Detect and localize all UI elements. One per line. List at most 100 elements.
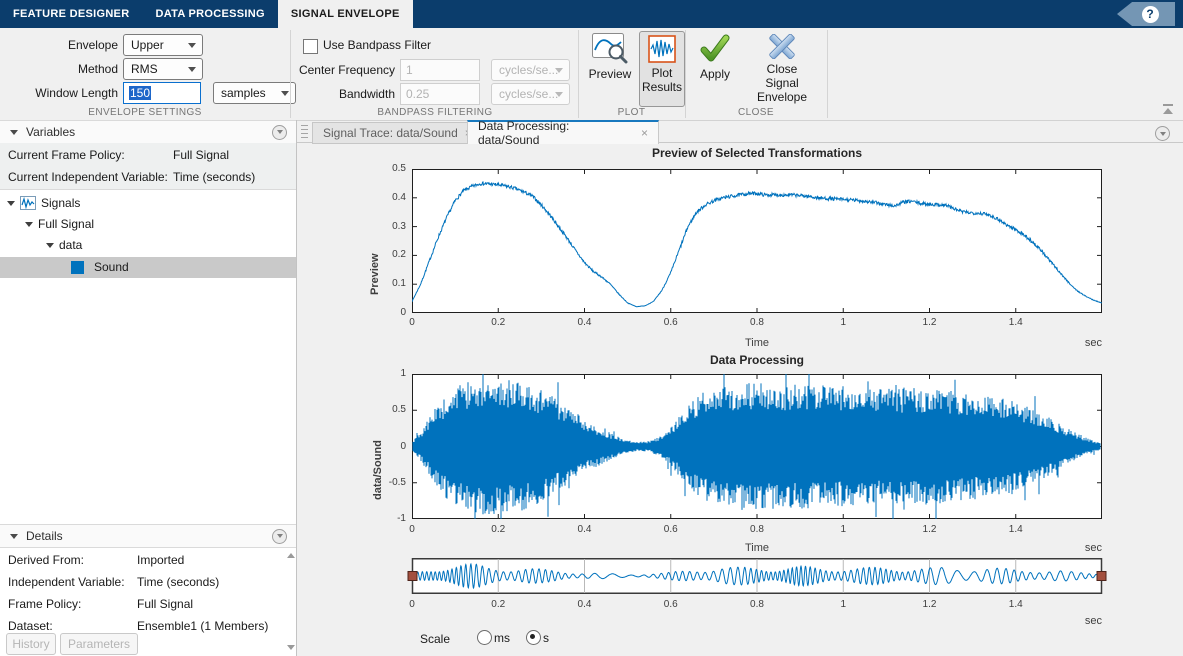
- center-frequency-unit-dropdown: cycles/se...: [491, 59, 570, 81]
- tree-expand-caret-icon[interactable]: [25, 222, 33, 227]
- preview-button[interactable]: Preview: [584, 32, 636, 104]
- toolbar-separator: [578, 30, 579, 118]
- ribbon-tab-data-processing[interactable]: DATA PROCESSING: [142, 0, 277, 28]
- window-length-unit-dropdown[interactable]: samples: [213, 82, 296, 104]
- derived-from-label: Derived From:: [8, 553, 85, 567]
- panner-left-handle[interactable]: [407, 571, 418, 581]
- panner-right-handle[interactable]: [1096, 571, 1107, 581]
- chevron-down-icon: [188, 43, 196, 48]
- toolbar-separator: [290, 30, 291, 118]
- details-panel-header[interactable]: Details: [0, 524, 296, 548]
- app-window: FEATURE DESIGNER DATA PROCESSING SIGNAL …: [0, 0, 1183, 656]
- tab-signal-trace[interactable]: Signal Trace: data/Sound ×: [312, 122, 488, 144]
- scroll-down-icon[interactable]: [286, 642, 296, 652]
- variables-panel-header[interactable]: Variables: [0, 120, 296, 144]
- derived-from-value: Imported: [137, 553, 185, 567]
- frame-policy-value: Full Signal: [173, 148, 230, 162]
- preview-xlabel: Time: [744, 337, 770, 349]
- toolbar: Envelope Upper Method RMS Window Length …: [0, 28, 1183, 121]
- plot-results-label-line2: Results: [641, 80, 682, 94]
- use-bandpass-filter-checkbox[interactable]: [303, 39, 318, 54]
- collapse-caret-icon[interactable]: [10, 129, 18, 135]
- scale-s-radio[interactable]: [526, 630, 541, 645]
- chevron-down-icon: [188, 67, 196, 72]
- tree-label-data: data: [59, 238, 83, 252]
- method-dropdown[interactable]: RMS: [123, 58, 203, 80]
- preview-chart[interactable]: [412, 169, 1102, 313]
- collapse-caret-icon[interactable]: [10, 533, 18, 539]
- tree-expand-caret-icon[interactable]: [46, 243, 54, 248]
- use-bandpass-filter-label: Use Bandpass Filter: [323, 38, 432, 52]
- window-length-label: Window Length: [35, 86, 118, 100]
- tree-label-full-signal: Full Signal: [38, 217, 95, 231]
- data-processing-chart-title: Data Processing: [709, 353, 805, 367]
- preview-ylabel: Preview: [369, 253, 381, 295]
- independent-variable-label: Current Independent Variable:: [8, 170, 168, 184]
- scroll-up-icon[interactable]: [286, 550, 296, 560]
- tree-expand-caret-icon[interactable]: [7, 201, 15, 206]
- scale-ms-radio[interactable]: [477, 630, 492, 645]
- collapse-ribbon-icon[interactable]: [1161, 104, 1175, 116]
- details-independent-variable-label: Independent Variable:: [8, 575, 125, 589]
- preview-button-label: Preview: [588, 67, 632, 81]
- plot-results-button[interactable]: Plot Results: [639, 31, 685, 107]
- panner[interactable]: [407, 558, 1107, 594]
- scale-s-label: s: [543, 631, 549, 645]
- signals-icon: [20, 196, 36, 210]
- data-processing-xlabel: Time: [744, 542, 770, 554]
- ribbon-tab-feature-designer[interactable]: FEATURE DESIGNER: [0, 0, 142, 28]
- toolbar-separator: [827, 30, 828, 118]
- tab-group-grip[interactable]: [301, 125, 308, 139]
- window-length-value: 150: [129, 86, 152, 100]
- frame-policy-label: Current Frame Policy:: [8, 148, 125, 162]
- tree-row-full-signal[interactable]: Full Signal: [0, 214, 296, 235]
- method-value: RMS: [131, 62, 158, 76]
- ribbon-tab-signal-envelope[interactable]: SIGNAL ENVELOPE: [277, 0, 413, 28]
- ribbon-tab-bar: FEATURE DESIGNER DATA PROCESSING SIGNAL …: [0, 0, 1183, 28]
- apply-button-label: Apply: [699, 67, 731, 81]
- tree-row-sound-selected[interactable]: Sound: [0, 257, 296, 278]
- envelope-label: Envelope: [67, 38, 118, 52]
- details-panel-title: Details: [26, 529, 63, 543]
- help-button[interactable]: ?: [1117, 2, 1175, 26]
- tree-row-signals[interactable]: Signals: [0, 193, 296, 214]
- method-label: Method: [77, 62, 118, 76]
- apply-check-icon: [700, 34, 730, 62]
- center-frequency-value: 1: [406, 63, 413, 77]
- tree-label-signals: Signals: [41, 196, 81, 210]
- tab-signal-trace-label: Signal Trace: data/Sound: [323, 126, 458, 140]
- scale-ms-label: ms: [494, 631, 510, 645]
- chevron-down-icon: [555, 92, 563, 97]
- bandwidth-input: 0.25: [400, 83, 480, 105]
- envelope-dropdown[interactable]: Upper: [123, 34, 203, 56]
- data-processing-ylabel: data/Sound: [372, 440, 384, 500]
- window-length-unit: samples: [221, 86, 266, 100]
- window-length-input[interactable]: 150: [123, 82, 201, 104]
- panel-menu-icon[interactable]: [272, 124, 287, 140]
- history-button[interactable]: History: [6, 633, 56, 655]
- chevron-down-icon: [555, 68, 563, 73]
- tab-data-processing[interactable]: Data Processing: data/Sound ×: [467, 119, 659, 147]
- close-x-icon: [769, 34, 795, 59]
- preview-icon: [592, 33, 628, 64]
- tree-row-data[interactable]: data: [0, 235, 296, 256]
- close-signal-envelope-button[interactable]: Close Signal Envelope: [742, 34, 822, 104]
- parameters-button[interactable]: Parameters: [60, 633, 138, 655]
- close-button-label-line2: Signal Envelope: [756, 76, 808, 104]
- data-processing-x-unit: sec: [1084, 542, 1102, 554]
- close-section-label: CLOSE: [738, 107, 774, 118]
- independent-variable-value: Time (seconds): [173, 170, 256, 184]
- apply-button[interactable]: Apply: [690, 34, 740, 104]
- help-icon: ?: [1141, 5, 1159, 23]
- signal-color-swatch: [71, 261, 84, 274]
- tab-data-processing-label: Data Processing: data/Sound: [478, 119, 570, 147]
- dataset-value: Ensemble1 (1 Members): [137, 619, 269, 633]
- panel-menu-icon[interactable]: [272, 528, 287, 544]
- scale-label: Scale: [420, 632, 451, 646]
- close-tab-icon[interactable]: ×: [641, 127, 648, 139]
- tab-group-menu-icon[interactable]: [1155, 126, 1170, 141]
- tree-label-sound: Sound: [94, 260, 129, 274]
- preview-x-unit: sec: [1084, 337, 1102, 349]
- envelope-settings-section-label: ENVELOPE SETTINGS: [88, 107, 202, 118]
- data-processing-chart[interactable]: [412, 374, 1102, 519]
